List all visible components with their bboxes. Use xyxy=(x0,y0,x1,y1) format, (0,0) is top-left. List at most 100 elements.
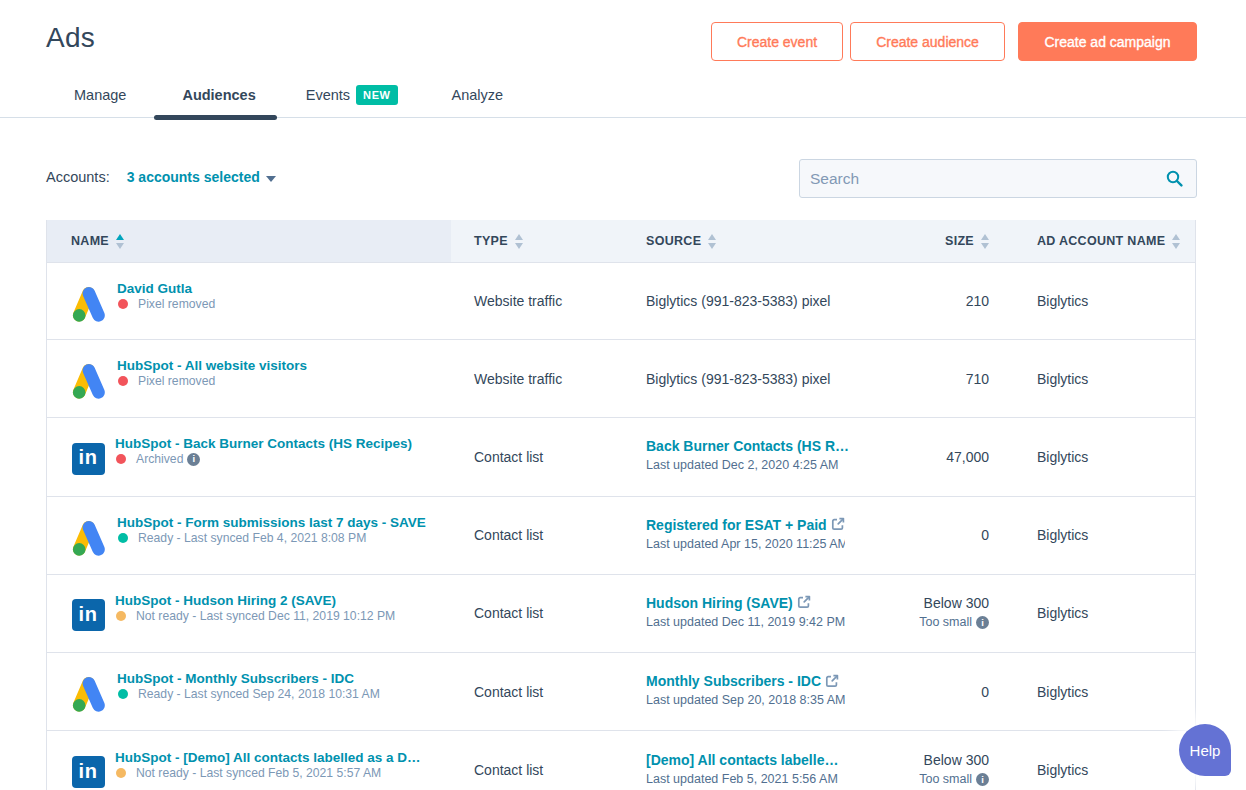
search-input[interactable] xyxy=(800,160,1166,197)
name-cell: David Gutla Pixel removed xyxy=(47,263,451,339)
source-cell: Biglytics (991-823-5383) pixel xyxy=(623,263,895,339)
column-header-source[interactable]: SOURCE xyxy=(623,220,895,262)
audience-name-link[interactable]: HubSpot - Back Burner Contacts (HS Recip… xyxy=(115,436,412,451)
account-cell: Biglytics xyxy=(1013,575,1195,652)
status-dot xyxy=(116,611,126,621)
create-ad-campaign-button[interactable]: Create ad campaign xyxy=(1018,22,1197,61)
audience-name-link[interactable]: HubSpot - All website visitors xyxy=(117,358,307,373)
audience-name-link[interactable]: David Gutla xyxy=(117,281,215,296)
search-box xyxy=(799,159,1197,198)
tab-manage[interactable]: Manage xyxy=(74,87,126,103)
source-link[interactable]: Back Burner Contacts (HS R… xyxy=(646,439,849,454)
help-button[interactable]: Help xyxy=(1179,724,1231,776)
column-header-type[interactable]: TYPE xyxy=(451,220,623,262)
type-text: Website traffic xyxy=(474,371,623,387)
info-icon[interactable]: i xyxy=(976,616,989,629)
account-name-text: Biglytics xyxy=(1037,527,1195,543)
tab-analyze[interactable]: Analyze xyxy=(452,87,504,103)
name-block: HubSpot - All website visitors Pixel rem… xyxy=(117,358,307,389)
page-title: Ads xyxy=(46,22,95,54)
type-cell: Website traffic xyxy=(451,263,623,339)
size-cell: Below 300Too smalli xyxy=(895,731,1013,790)
size-value: 47,000 xyxy=(946,449,989,465)
status-text: Ready - Last synced Sep 24, 2018 10:31 A… xyxy=(138,686,380,702)
size-value: 0 xyxy=(981,684,989,700)
type-cell: Contact list xyxy=(451,418,623,495)
status-line: Not ready - Last synced Feb 5, 2021 5:57… xyxy=(115,765,421,781)
audiences-table: NAME TYPE SOURCE SIZE AD ACCOUNT NAME Da… xyxy=(46,220,1196,790)
tab-audiences[interactable]: Audiences xyxy=(182,87,255,103)
audience-name-link[interactable]: HubSpot - [Demo] All contacts labelled a… xyxy=(115,750,421,765)
column-header-account[interactable]: AD ACCOUNT NAME xyxy=(1013,220,1195,262)
accounts-select[interactable]: 3 accounts selected xyxy=(127,169,276,185)
accounts-select-value: 3 accounts selected xyxy=(127,169,260,185)
external-link-icon xyxy=(825,674,839,688)
source-link[interactable]: Registered for ESAT + Paid xyxy=(646,518,827,533)
header-actions: Create event Create audience Create ad c… xyxy=(711,22,1197,61)
accounts-label: Accounts: xyxy=(46,169,110,185)
search-icon[interactable] xyxy=(1166,170,1183,187)
size-value: Below 300 xyxy=(924,752,989,768)
audience-name-link[interactable]: HubSpot - Form submissions last 7 days -… xyxy=(117,515,426,530)
status-text: Not ready - Last synced Dec 11, 2019 10:… xyxy=(136,608,395,624)
sort-icon-type xyxy=(515,234,523,249)
status-line: Ready - Last synced Feb 4, 2021 8:08 PM xyxy=(117,530,426,546)
size-cell: 47,000 xyxy=(895,418,1013,495)
account-cell: Biglytics xyxy=(1013,653,1195,730)
create-audience-button[interactable]: Create audience xyxy=(850,22,1005,61)
column-header-size-label: SIZE xyxy=(945,234,974,248)
column-header-size[interactable]: SIZE xyxy=(895,220,1013,262)
info-icon[interactable]: i xyxy=(187,453,200,466)
size-cell: 210 xyxy=(895,263,1013,339)
source-text: Biglytics (991-823-5383) pixel xyxy=(646,293,895,309)
google-ads-logo xyxy=(69,675,109,715)
create-event-button[interactable]: Create event xyxy=(711,22,843,61)
account-name-text: Biglytics xyxy=(1037,449,1195,465)
status-dot xyxy=(116,454,126,464)
status-text: Archived xyxy=(136,451,183,467)
column-header-source-label: SOURCE xyxy=(646,234,701,248)
source-cell: Back Burner Contacts (HS R… Last updated … xyxy=(623,418,895,495)
tab-bar: Manage Audiences Events NEW Analyze xyxy=(74,84,503,106)
info-icon[interactable]: i xyxy=(976,773,989,786)
account-name-text: Biglytics xyxy=(1037,684,1195,700)
linkedin-logo: in xyxy=(72,599,105,631)
new-badge: NEW xyxy=(356,85,397,105)
table-row: in HubSpot - Back Burner Contacts (HS Re… xyxy=(47,418,1195,496)
type-text: Contact list xyxy=(474,527,623,543)
accounts-filter: Accounts: 3 accounts selected xyxy=(46,169,276,185)
size-value: 710 xyxy=(966,371,989,387)
audience-name-link[interactable]: HubSpot - Hudson Hiring 2 (SAVE) xyxy=(115,593,395,608)
name-block: HubSpot - Hudson Hiring 2 (SAVE) Not rea… xyxy=(115,593,395,624)
table-row: in HubSpot - Hudson Hiring 2 (SAVE) Not … xyxy=(47,575,1195,653)
size-cell: 0 xyxy=(895,653,1013,730)
type-cell: Contact list xyxy=(451,653,623,730)
account-cell: Biglytics xyxy=(1013,418,1195,495)
tab-events-label: Events xyxy=(306,87,350,103)
source-last-updated: Last updated Dec 2, 2020 4:25 AM xyxy=(646,457,845,474)
name-block: HubSpot - Monthly Subscribers - IDC Read… xyxy=(117,671,380,702)
table-row: HubSpot - Form submissions last 7 days -… xyxy=(47,497,1195,575)
source-link[interactable]: [Demo] All contacts labelle… xyxy=(646,753,838,768)
sort-icon-name xyxy=(116,234,124,249)
account-name-text: Biglytics xyxy=(1037,762,1195,778)
type-text: Contact list xyxy=(474,449,623,465)
status-dot xyxy=(118,299,128,309)
source-link[interactable]: Hudson Hiring (SAVE) xyxy=(646,596,793,611)
source-last-updated: Last updated Feb 5, 2021 5:56 AM xyxy=(646,771,845,788)
sort-icon-size xyxy=(981,234,989,249)
source-link[interactable]: Monthly Subscribers - IDC xyxy=(646,674,821,689)
type-cell: Contact list xyxy=(451,497,623,574)
google-ads-logo xyxy=(69,284,109,324)
status-line: Archived i xyxy=(115,451,412,467)
audience-name-link[interactable]: HubSpot - Monthly Subscribers - IDC xyxy=(117,671,380,686)
column-header-type-label: TYPE xyxy=(474,234,508,248)
source-cell: Hudson Hiring (SAVE)Last updated Dec 11,… xyxy=(623,575,895,652)
tab-events[interactable]: Events NEW xyxy=(306,85,398,105)
status-line: Pixel removed xyxy=(117,296,215,312)
name-cell: in HubSpot - [Demo] All contacts labelle… xyxy=(47,731,451,790)
column-header-name[interactable]: NAME xyxy=(47,220,451,262)
name-cell: HubSpot - Monthly Subscribers - IDC Read… xyxy=(47,653,451,730)
google-ads-logo xyxy=(69,518,109,558)
name-cell: in HubSpot - Hudson Hiring 2 (SAVE) Not … xyxy=(47,575,451,652)
